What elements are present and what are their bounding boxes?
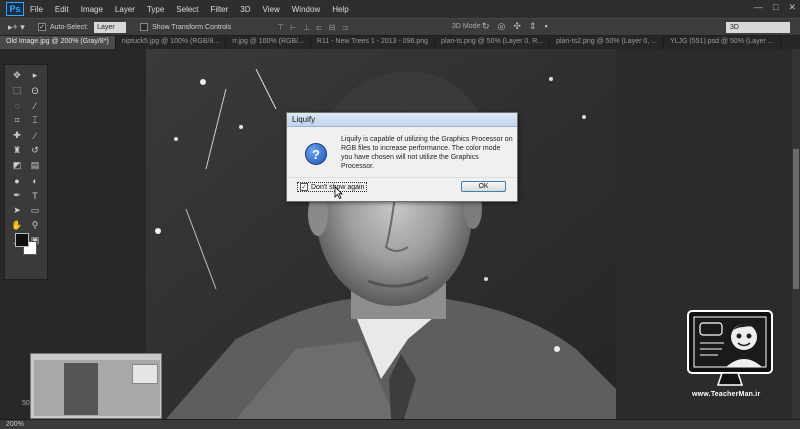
align-left-icon[interactable]: ⊏ bbox=[316, 23, 323, 32]
drag-3d-icon[interactable]: ✣ bbox=[513, 21, 521, 32]
zoom-level[interactable]: 200% bbox=[6, 421, 24, 428]
history-brush-icon[interactable]: ↺ bbox=[26, 144, 44, 157]
old-photograph bbox=[146, 49, 616, 419]
align-middle-icon[interactable]: ⊢ bbox=[290, 23, 297, 32]
path-select-icon[interactable]: ➤ bbox=[8, 204, 26, 217]
menu-bar: Ps File Edit Image Layer Type Select Fil… bbox=[0, 0, 800, 18]
eyedropper-icon[interactable]: ⁄ bbox=[26, 99, 44, 112]
clone-stamp-icon[interactable]: ♜ bbox=[8, 144, 26, 157]
zoom-tool-icon[interactable]: ⚲ bbox=[26, 219, 44, 232]
align-right-icon[interactable]: ⊐ bbox=[341, 23, 348, 32]
marquee-tool-icon[interactable]: ⬚ bbox=[8, 84, 26, 97]
quick-select-icon[interactable]: ◌ bbox=[8, 99, 26, 112]
vertical-scrollbar[interactable] bbox=[792, 49, 800, 419]
menu-file[interactable]: File bbox=[30, 5, 43, 14]
artboard-tool-icon[interactable]: ▸ bbox=[26, 69, 44, 82]
healing-brush-icon[interactable]: ✚ bbox=[8, 129, 26, 142]
hand-tool-icon[interactable]: ✋ bbox=[8, 219, 26, 232]
thumbnail-photo bbox=[64, 363, 98, 415]
question-icon: ? bbox=[305, 143, 327, 165]
menu-3d[interactable]: 3D bbox=[240, 5, 250, 14]
tab-plan-ts[interactable]: plan-ts.png @ 50% (Layer 0, R... bbox=[435, 36, 551, 49]
mouse-cursor-icon bbox=[334, 186, 343, 199]
workspace-switcher[interactable]: 3D bbox=[726, 22, 790, 33]
gradient-tool-icon[interactable]: ▤ bbox=[26, 159, 44, 172]
auto-select-checkbox[interactable]: ✓ bbox=[38, 23, 46, 31]
align-top-icon[interactable]: ⊤ bbox=[277, 23, 284, 32]
shape-tool-icon[interactable]: ▭ bbox=[26, 204, 44, 217]
thumbnail-screen bbox=[34, 360, 160, 416]
blur-tool-icon[interactable]: ● bbox=[8, 174, 26, 187]
document-tabs: Old Image.jpg @ 200% (Gray/8*) niptuck5.… bbox=[0, 36, 800, 49]
lasso-tool-icon[interactable]: ʘ bbox=[26, 84, 44, 97]
foreground-color-swatch[interactable] bbox=[15, 233, 29, 247]
tab-r11-new-trees[interactable]: R11 - New Trees 1 - 2013 - 096.png bbox=[311, 36, 436, 49]
show-transform-checkbox[interactable] bbox=[140, 23, 149, 31]
tab-niptuck5[interactable]: niptuck5.jpg @ 100% (RGB/8... bbox=[116, 36, 227, 49]
show-transform-label: Show Transform Controls bbox=[152, 23, 232, 31]
crop-tool-icon[interactable]: ⌗ bbox=[8, 114, 26, 127]
menu-edit[interactable]: Edit bbox=[55, 5, 69, 14]
auto-select-dropdown[interactable]: Layer bbox=[94, 21, 127, 33]
auto-select-label: Auto-Select: bbox=[50, 23, 89, 31]
brush-tool-icon[interactable]: ∕ bbox=[26, 129, 44, 142]
align-icons: ⊤ ⊢ ⊥ ⊏ ⊟ ⊐ bbox=[277, 23, 348, 32]
checkbox-check-icon[interactable]: ✓ bbox=[300, 183, 308, 191]
eraser-tool-icon[interactable]: ◩ bbox=[8, 159, 26, 172]
slide-3d-icon[interactable]: ⇕ bbox=[529, 21, 537, 32]
options-bar: ▸+ ▾ ✓ Auto-Select: Layer Show Transform… bbox=[0, 18, 800, 36]
menu-filter[interactable]: Filter bbox=[211, 5, 229, 14]
window-controls: — □ ✕ bbox=[754, 2, 796, 13]
minimize-icon[interactable]: — bbox=[754, 2, 763, 13]
tool-preset-picker[interactable]: ▸+ ▾ bbox=[8, 22, 38, 33]
watermark-url: www.TeacherMan.ir bbox=[692, 391, 761, 398]
close-icon[interactable]: ✕ bbox=[788, 2, 796, 13]
menu-image[interactable]: Image bbox=[81, 5, 103, 14]
tab-rr[interactable]: rr.jpg @ 100% (RGB/... bbox=[226, 36, 311, 49]
status-bar: 200% bbox=[0, 419, 800, 429]
ok-button[interactable]: OK bbox=[461, 181, 506, 192]
align-bottom-icon[interactable]: ⊥ bbox=[303, 23, 310, 32]
menu-window[interactable]: Window bbox=[292, 5, 320, 14]
roll-3d-icon[interactable]: ◎ bbox=[498, 21, 506, 32]
menu-layer[interactable]: Layer bbox=[115, 5, 135, 14]
type-tool-icon[interactable]: T bbox=[26, 189, 44, 202]
tab-plan-ts2[interactable]: plan-ts2.png @ 50% (Layer 0, ... bbox=[550, 36, 664, 49]
tools-panel: ✥▸⬚ʘ◌⁄⌗⌶✚∕♜↺◩▤●◐✒T➤▭✋⚲…▣ bbox=[4, 64, 48, 280]
align-center-icon[interactable]: ⊟ bbox=[329, 23, 336, 32]
menu-help[interactable]: Help bbox=[332, 5, 348, 14]
photoshop-logo: Ps bbox=[6, 2, 24, 16]
slice-tool-icon[interactable]: ⌶ bbox=[26, 114, 44, 127]
tab-old-image[interactable]: Old Image.jpg @ 200% (Gray/8*) bbox=[0, 36, 116, 49]
pen-tool-icon[interactable]: ✒ bbox=[8, 189, 26, 202]
preview-thumbnail bbox=[30, 353, 162, 419]
dialog-footer: ✓ Don't show again OK bbox=[287, 177, 517, 201]
maximize-icon[interactable]: □ bbox=[773, 2, 778, 13]
menu-view[interactable]: View bbox=[263, 5, 280, 14]
scale-3d-icon[interactable]: ▪ bbox=[545, 21, 548, 32]
thumbnail-dialog bbox=[132, 364, 158, 384]
menu-select[interactable]: Select bbox=[176, 5, 198, 14]
rotate-3d-icon[interactable]: ↻ bbox=[482, 21, 490, 32]
mode-3d-label: 3D Mode: bbox=[452, 23, 483, 30]
dodge-tool-icon[interactable]: ◐ bbox=[26, 174, 44, 187]
side-zoom-readout: 50 bbox=[22, 400, 30, 407]
move-tool-icon[interactable]: ✥ bbox=[8, 69, 26, 82]
menu-type[interactable]: Type bbox=[147, 5, 164, 14]
mode-3d-icons: ↻ ◎ ✣ ⇕ ▪ bbox=[482, 21, 548, 32]
dialog-title: Liquify bbox=[287, 113, 517, 127]
dialog-message: Liquify is capable of utilizing the Grap… bbox=[341, 136, 513, 170]
tab-yljg[interactable]: YLJG (551).psd @ 50% (Layer ... bbox=[664, 36, 781, 49]
liquify-dialog: Liquify ? Liquify is capable of utilizin… bbox=[286, 112, 518, 202]
scroll-thumb[interactable] bbox=[793, 149, 799, 289]
dont-show-again-checkbox[interactable]: ✓ Don't show again bbox=[297, 182, 368, 192]
document-canvas[interactable] bbox=[146, 49, 616, 419]
